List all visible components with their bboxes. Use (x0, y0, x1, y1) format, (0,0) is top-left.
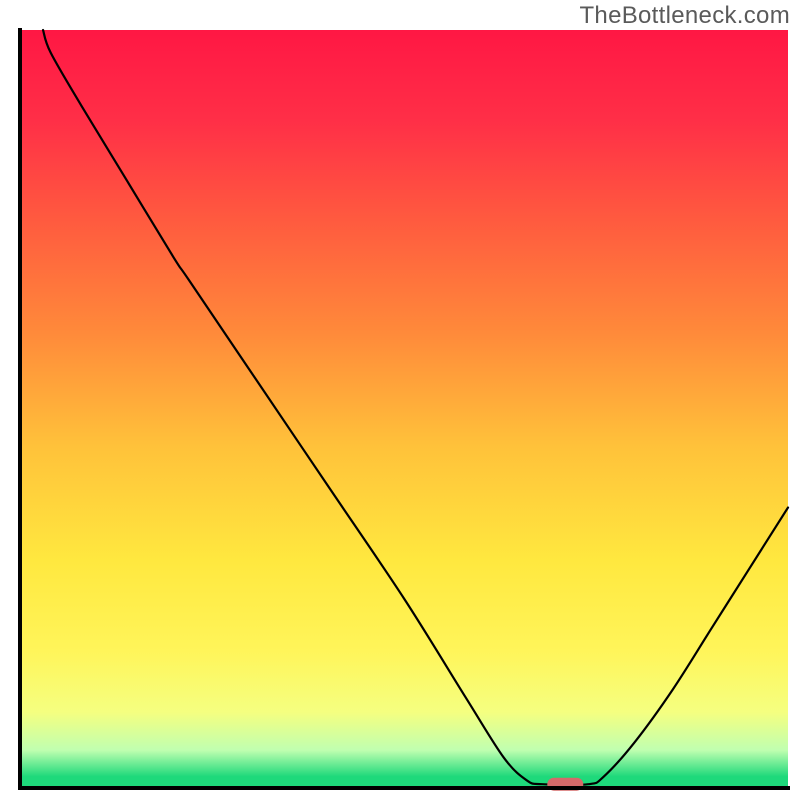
chart-background (20, 30, 788, 788)
chart-svg (0, 0, 800, 800)
watermark-text: TheBottleneck.com (579, 2, 790, 30)
bottleneck-chart: TheBottleneck.com (0, 0, 800, 800)
